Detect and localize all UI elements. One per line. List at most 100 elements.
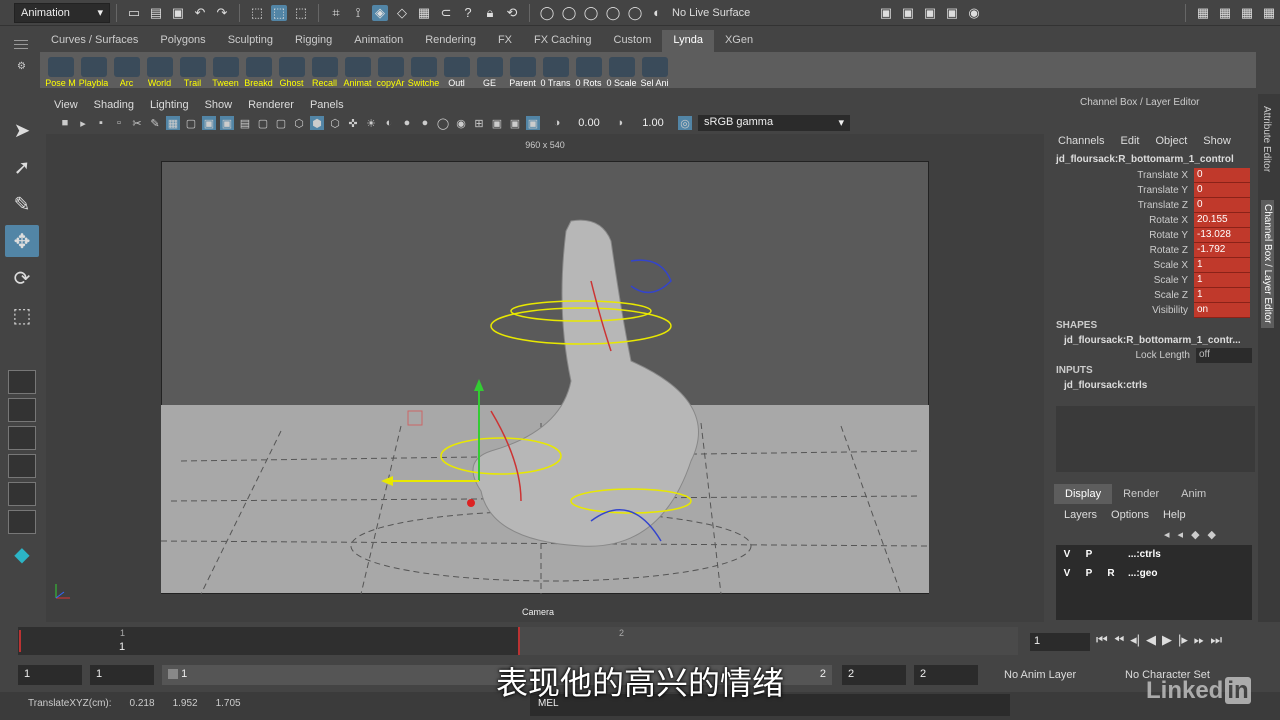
go-to-end-icon[interactable]: ⏭ xyxy=(1210,632,1222,648)
channel-value[interactable]: 1 xyxy=(1194,288,1250,303)
layout-icon-3[interactable]: ▦ xyxy=(1239,5,1255,21)
shelf-tab-rendering[interactable]: Rendering xyxy=(414,30,487,52)
channel-row[interactable]: Rotate X 20.155 xyxy=(1056,213,1256,228)
shelf-button[interactable]: Animat xyxy=(341,54,374,88)
redo-icon[interactable]: ↷ xyxy=(214,5,230,21)
layout-outliner-icon[interactable] xyxy=(8,482,36,506)
paint-tool-icon[interactable]: ✎ xyxy=(5,188,39,220)
snap-grid-icon[interactable]: ⌗ xyxy=(328,5,344,21)
shelf-button[interactable]: World xyxy=(143,54,176,88)
shelf-tab-custom[interactable]: Custom xyxy=(603,30,663,52)
viewport-menu-panels[interactable]: Panels xyxy=(302,99,352,111)
viewport-menu-lighting[interactable]: Lighting xyxy=(142,99,197,111)
layout-four-icon[interactable] xyxy=(8,398,36,422)
layer-tab-render[interactable]: Render xyxy=(1112,484,1170,504)
layer-menu-options[interactable]: Options xyxy=(1111,509,1149,521)
step-forward-icon[interactable]: ⏩︎ xyxy=(1194,632,1204,648)
scale-tool-icon[interactable]: ⬚ xyxy=(5,299,39,331)
channel-value[interactable]: -1.792 xyxy=(1194,243,1250,258)
move-tool-icon[interactable]: ✥ xyxy=(5,225,39,257)
snap-point-icon[interactable]: ◈ xyxy=(372,4,388,21)
channel-value[interactable]: 0 xyxy=(1194,198,1250,213)
select-component-icon[interactable]: ⬚ xyxy=(293,5,309,21)
layout-stack-icon[interactable] xyxy=(8,454,36,478)
smooth-shade-icon[interactable]: ⬢ xyxy=(310,116,324,130)
current-time-marker[interactable] xyxy=(19,630,21,652)
channel-value[interactable]: 1 xyxy=(1194,273,1250,288)
shelf-button[interactable]: Parent xyxy=(506,54,539,88)
lock-length-row[interactable]: Lock Length off xyxy=(1056,348,1256,363)
resolution-gate-icon[interactable]: ▣ xyxy=(202,116,216,130)
2d-pan-icon[interactable]: ✂ xyxy=(130,116,144,130)
snap-surface-icon[interactable]: ▦ xyxy=(416,5,432,21)
wireframe-on-shaded-icon[interactable]: ⬡ xyxy=(328,116,342,130)
lock-icon[interactable]: 🔒︎ xyxy=(482,5,498,21)
gamma-icon[interactable]: ◗ xyxy=(614,116,628,130)
lasso-tool-icon[interactable]: ➚ xyxy=(5,151,39,183)
layer-menu-help[interactable]: Help xyxy=(1163,509,1186,521)
shadows-icon[interactable]: ◐ xyxy=(382,116,396,130)
layer-toggle-r[interactable]: R xyxy=(1100,568,1122,579)
bookmark-icon[interactable]: ▪ xyxy=(94,116,108,130)
channel-row[interactable]: Translate Y0 xyxy=(1056,183,1256,198)
shelf-button[interactable]: GE xyxy=(473,54,506,88)
film-gate-icon[interactable]: ▢ xyxy=(184,116,198,130)
select-hierarchy-icon[interactable]: ⬚ xyxy=(249,5,265,21)
snap-curve-icon[interactable]: ⟟ xyxy=(350,5,366,21)
ssao-icon[interactable]: ● xyxy=(400,116,414,130)
soft-select-icon[interactable]: ◯ xyxy=(605,5,621,21)
shelf-button[interactable]: 0 Trans xyxy=(539,54,572,88)
layer-tab-anim[interactable]: Anim xyxy=(1170,484,1217,504)
shelf-tab-fx-caching[interactable]: FX Caching xyxy=(523,30,602,52)
channel-row[interactable]: Rotate Z -1.792 xyxy=(1056,243,1256,258)
channel-value[interactable]: -13.028 xyxy=(1194,228,1250,243)
ipr-icon[interactable]: ▣ xyxy=(922,5,938,21)
isolate-icon[interactable]: ⊞ xyxy=(472,116,486,130)
save-scene-icon[interactable]: ▣ xyxy=(170,5,186,21)
current-frame-field[interactable]: 1 xyxy=(1030,633,1090,651)
shelf-tab-xgen[interactable]: XGen xyxy=(714,30,764,52)
shelf-tab-lynda[interactable]: Lynda xyxy=(662,30,714,52)
channel-label[interactable]: Translate Y xyxy=(1056,183,1194,198)
channel-label[interactable]: Translate X xyxy=(1056,168,1194,183)
channel-label[interactable]: Scale Y xyxy=(1056,273,1194,288)
shelf-button[interactable]: 0 Scale xyxy=(605,54,638,88)
shape-name[interactable]: jd_floursack:R_bottomarm_1_contr... xyxy=(1064,335,1241,346)
lasso-icon[interactable]: ◯ xyxy=(539,5,555,21)
dof-icon[interactable]: ◉ xyxy=(454,116,468,130)
channel-value[interactable]: 1 xyxy=(1194,258,1250,273)
hypershade-icon[interactable]: ◉ xyxy=(966,5,982,21)
new-layer-icon[interactable]: ◆ xyxy=(1191,528,1199,541)
channel-row[interactable]: Scale X1 xyxy=(1056,258,1256,273)
channel-value[interactable]: on xyxy=(1194,303,1250,318)
layer-name[interactable]: ...:ctrls xyxy=(1122,549,1182,560)
select-object-icon[interactable]: ⬚ xyxy=(271,4,287,21)
camera-icon[interactable]: ■ xyxy=(58,116,72,130)
shelf-tab-fx[interactable]: FX xyxy=(487,30,523,52)
wireframe-icon[interactable]: ⬡ xyxy=(292,116,306,130)
shelf-button[interactable]: Sel Ani xyxy=(638,54,671,88)
step-back-icon[interactable]: ⏪︎ xyxy=(1114,632,1124,648)
channel-label[interactable]: Rotate X xyxy=(1056,213,1194,228)
render-view-icon[interactable]: ▣ xyxy=(878,5,894,21)
motion-blur-icon[interactable]: ● xyxy=(418,116,432,130)
shelf-menu-handle[interactable]: ⚙ xyxy=(8,34,34,88)
channel-menu-object[interactable]: Object xyxy=(1155,135,1187,147)
viewport-menu-show[interactable]: Show xyxy=(197,99,241,111)
snap-view-icon[interactable]: ◇ xyxy=(394,5,410,21)
layout-icon-2[interactable]: ▦ xyxy=(1217,5,1233,21)
shelf-button[interactable]: Recall xyxy=(308,54,341,88)
scene-render[interactable] xyxy=(161,161,929,594)
rotate-tool-icon[interactable]: ⟳ xyxy=(5,262,39,294)
lights-icon[interactable]: ☀ xyxy=(364,116,378,130)
aa-icon[interactable]: ◯ xyxy=(436,116,450,130)
layer-toggle-p[interactable]: P xyxy=(1078,568,1100,579)
channel-menu-channels[interactable]: Channels xyxy=(1058,135,1104,147)
layout-single-icon[interactable] xyxy=(8,370,36,394)
camera-attr-icon[interactable]: ▸ xyxy=(76,116,90,130)
prev-key-icon[interactable]: ◂| xyxy=(1130,632,1140,648)
magnet-icon[interactable]: ⊂ xyxy=(438,5,454,21)
layout-icon[interactable]: ▦ xyxy=(1195,5,1211,21)
shelf-button[interactable]: Outl xyxy=(440,54,473,88)
layout-graph-icon[interactable] xyxy=(8,510,36,534)
